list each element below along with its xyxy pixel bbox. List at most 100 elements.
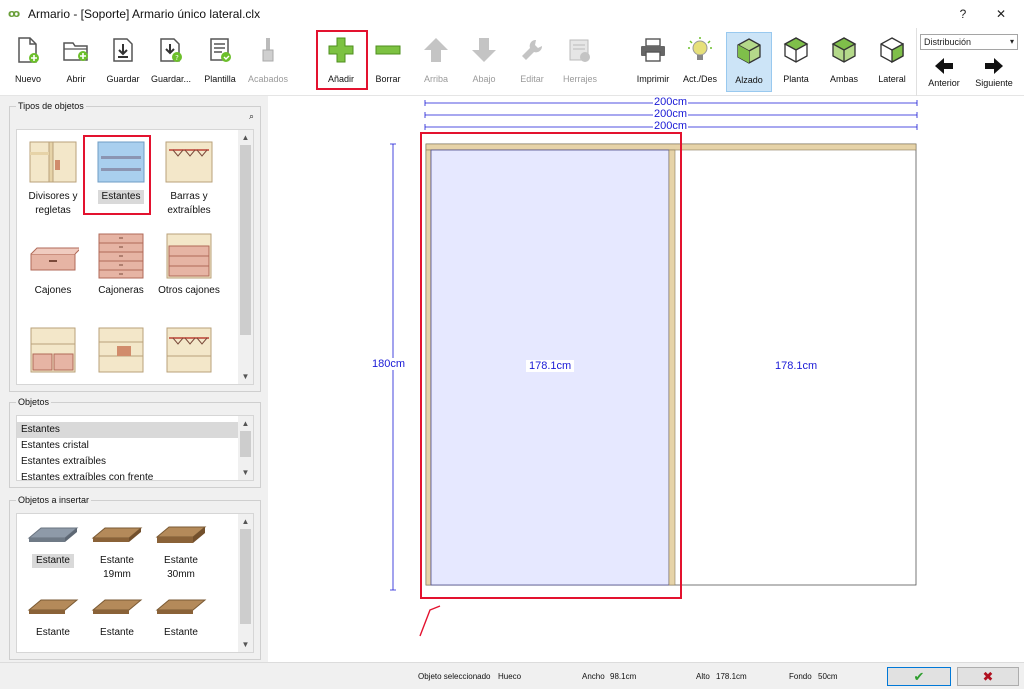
title-bar: ꝏ Armario - [Soporte] Armario único late… <box>0 0 1024 28</box>
toolbar-divider <box>916 28 917 96</box>
dim-top-2: 200cm <box>653 108 689 120</box>
hardware-button[interactable]: Herrajes <box>558 32 602 92</box>
both-view-button[interactable]: Ambas <box>824 32 864 92</box>
type-bars[interactable]: Barras y extraíbles <box>157 134 221 224</box>
shelf-wood-thumb <box>155 526 207 543</box>
scroll-up-icon[interactable]: ▲ <box>238 416 253 431</box>
drawing-canvas[interactable]: 200cm 200cm 200cm 180cm 178.1cm 178.1cm <box>268 96 1024 662</box>
type-dividers[interactable]: Divisores y regletas <box>21 134 85 224</box>
insert-scrollbar[interactable]: ▲ ▼ <box>238 514 253 652</box>
type-misc-3[interactable] <box>157 322 221 384</box>
window-title: Armario - [Soporte] Armario único latera… <box>28 7 261 21</box>
dim-top-3: 200cm <box>653 120 689 132</box>
down-button[interactable]: Abajo <box>464 32 504 92</box>
open-label: Abrir <box>66 74 86 84</box>
list-item[interactable]: Estantes extraíbles <box>17 454 238 470</box>
other-drawers-thumb <box>166 233 212 279</box>
save-button[interactable]: Guardar <box>102 32 144 92</box>
type-misc-2[interactable] <box>89 322 153 384</box>
depth-label: Fondo <box>789 672 812 681</box>
insert-objects-title: Objetos a insertar <box>16 495 92 505</box>
arrow-left-icon <box>929 56 959 76</box>
lightbulb-icon <box>685 35 715 65</box>
status-bar: Objeto seleccionado Hueco Ancho 98.1cm A… <box>0 662 1024 689</box>
left-hueco-height: 178.1cm <box>526 360 575 372</box>
elevation-view-button[interactable]: Alzado <box>726 32 772 92</box>
selected-object-value: Hueco <box>498 672 522 681</box>
list-item[interactable]: Estantes extraíbles con frente <box>17 470 238 480</box>
distribution-select[interactable]: Distribución ▾ <box>920 34 1018 50</box>
list-item[interactable]: Estantes <box>17 422 238 438</box>
next-label: Siguiente <box>975 78 1013 88</box>
scroll-thumb[interactable] <box>240 145 251 335</box>
toggle-button[interactable]: Act./Des <box>680 32 720 92</box>
cabinet-thumb <box>30 327 76 373</box>
template-button[interactable]: Plantilla <box>200 32 240 92</box>
scroll-down-icon[interactable]: ▼ <box>238 369 253 384</box>
dim-height: 180cm <box>372 358 406 370</box>
scroll-down-icon[interactable]: ▼ <box>238 465 253 480</box>
save-as-button[interactable]: ? Guardar... <box>148 32 194 92</box>
type-chests[interactable]: Cajoneras <box>89 228 153 318</box>
scroll-thumb[interactable] <box>240 431 251 457</box>
open-button[interactable]: Abrir <box>56 32 96 92</box>
close-button[interactable]: ✕ <box>978 0 1024 28</box>
insert-shelf-front-2[interactable]: Estante <box>85 590 149 652</box>
object-types-title: Tipos de objetos <box>16 101 86 111</box>
scroll-down-icon[interactable]: ▼ <box>238 637 253 652</box>
ok-button[interactable]: ✔ <box>887 667 951 686</box>
shelf-box-thumb <box>98 327 144 373</box>
printer-icon <box>638 35 668 65</box>
insert-shelf-front-1[interactable]: Estante <box>21 590 85 652</box>
finishes-label: Acabados <box>247 74 289 84</box>
type-other-drawers[interactable]: Otros cajones <box>157 228 221 318</box>
side-view-button[interactable]: Lateral <box>872 32 912 92</box>
type-drawers[interactable]: Cajones <box>21 228 85 318</box>
finishes-button[interactable]: Acabados <box>246 32 290 92</box>
selected-object-label: Objeto seleccionado <box>418 672 491 681</box>
new-file-icon <box>13 35 43 65</box>
new-button[interactable]: Nuevo <box>8 32 48 92</box>
shelf-wood-thumb <box>27 599 79 614</box>
scroll-up-icon[interactable]: ▲ <box>238 130 253 145</box>
delete-label: Borrar <box>375 74 401 84</box>
objects-title: Objetos <box>16 397 52 407</box>
print-label: Imprimir <box>636 74 670 84</box>
shelf-gray-thumb <box>27 527 79 542</box>
plan-view-button[interactable]: Planta <box>776 32 816 92</box>
list-item[interactable]: Estantes cristal <box>17 438 238 454</box>
next-button[interactable]: Siguiente <box>972 54 1016 92</box>
previous-button[interactable]: Anterior <box>924 54 964 92</box>
wardrobe-drawing[interactable] <box>268 96 1024 662</box>
type-misc-1[interactable] <box>21 322 85 384</box>
cancel-button[interactable]: ✖ <box>957 667 1019 686</box>
edit-label: Editar <box>520 74 544 84</box>
dim-top-1: 200cm <box>653 96 689 108</box>
save-icon <box>108 35 138 65</box>
print-button[interactable]: Imprimir <box>632 32 674 92</box>
scroll-thumb[interactable] <box>240 529 251 624</box>
delete-button[interactable]: Borrar <box>368 32 408 92</box>
insert-shelf-front-3[interactable]: Estante <box>149 590 213 652</box>
binoculars-icon[interactable]: ⌕ <box>249 111 254 122</box>
insert-label: Estante <box>36 627 70 638</box>
wrench-icon <box>517 35 547 65</box>
insert-label: Estante <box>32 554 74 568</box>
type-label: Otros cajones <box>158 285 220 296</box>
side-label: Lateral <box>878 74 906 84</box>
brush-icon <box>253 35 283 65</box>
hanger-thumb <box>166 327 212 373</box>
toggle-label: Act./Des <box>682 74 717 84</box>
arrow-down-icon <box>469 35 499 65</box>
toolbar: Nuevo Abrir Guardar ? Guardar... Plantil… <box>0 28 1024 96</box>
up-button[interactable]: Arriba <box>416 32 456 92</box>
cross-icon: ✖ <box>982 668 994 684</box>
insert-objects-list: Estante Estante 19mm Estante 30mm Estant… <box>16 513 254 653</box>
cube-front-icon <box>734 36 764 66</box>
objects-scrollbar[interactable]: ▲ ▼ <box>238 416 253 480</box>
edit-button[interactable]: Editar <box>512 32 552 92</box>
width-label: Ancho <box>582 672 605 681</box>
save-as-label: Guardar... <box>150 74 192 84</box>
object-types-scrollbar[interactable]: ▲ ▼ <box>238 130 253 384</box>
scroll-up-icon[interactable]: ▲ <box>238 514 253 529</box>
